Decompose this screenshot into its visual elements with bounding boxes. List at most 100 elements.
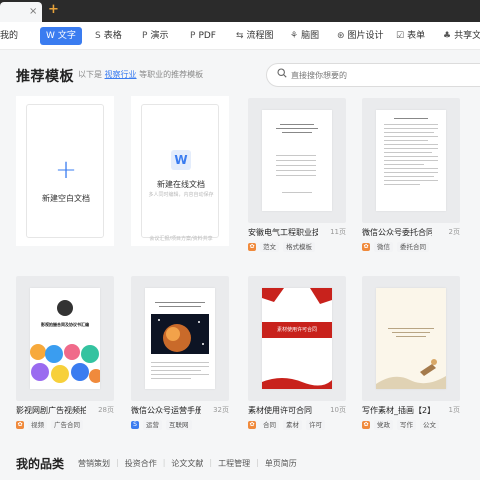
template-thumbnail	[248, 98, 346, 223]
blank-doc-label: 新建空白文档	[42, 194, 90, 203]
logo-badge	[57, 300, 73, 316]
template-tag[interactable]: 写作	[397, 420, 416, 430]
search-input[interactable]	[291, 68, 480, 83]
template-type-icon: S	[131, 421, 139, 429]
template-tag[interactable]: 格式模板	[283, 242, 315, 252]
tab-image-design-label: 图片设计	[347, 31, 384, 41]
template-page-count: 32页	[213, 406, 229, 414]
template-tags: ✿ 微信 委托合同	[362, 241, 429, 253]
category-divider: |	[162, 458, 166, 467]
template-card[interactable]: 微信公众号运营手册 32页 S 运营 互联网	[131, 276, 229, 441]
tab-spreadsheet[interactable]: S 表格	[95, 27, 122, 45]
template-tag[interactable]: 委托合同	[397, 242, 429, 252]
tab-image-design[interactable]: ⊛ 图片设计	[337, 27, 384, 45]
red-ribbon-decoration	[262, 288, 332, 304]
template-tag[interactable]: 素材	[283, 420, 302, 430]
template-title: 微信公众号委托合同	[362, 228, 432, 237]
tab-form[interactable]: ☑ 表单	[396, 27, 425, 45]
close-tab-icon[interactable]: ×	[29, 5, 37, 19]
colorful-circles-art	[30, 344, 100, 383]
category-link[interactable]: 论文文献	[171, 458, 203, 469]
category-divider: |	[256, 458, 259, 467]
template-tag[interactable]: 许可	[306, 420, 325, 430]
tab-spreadsheet-label: 表格	[103, 31, 122, 41]
template-title: 安徽电气工程职业技...	[248, 228, 318, 237]
app-toolbar: 我的 W 文字 S 表格 P 演示 P PDF ⇆ 流程图 ⚘ 脑图 ⊛ 图片设…	[0, 22, 480, 50]
tab-flowchart-label: 流程图	[246, 31, 274, 41]
template-title: 影视网剧广告视频拍...	[16, 406, 86, 415]
tab-mine[interactable]: 我的	[0, 27, 18, 45]
template-tag[interactable]: 互联网	[166, 420, 192, 430]
template-thumbnail: 影视拍摄合同及协议书汇编	[16, 276, 114, 401]
new-online-doc-card[interactable]: W 新建在线文档 多人同时编辑，内容自动保存 会议汇报/项目方案/资料共享	[131, 96, 229, 246]
industry-link[interactable]: 视察行业	[105, 70, 137, 79]
template-search[interactable]	[266, 63, 480, 87]
online-doc-footer: 会议汇报/项目方案/资料共享	[149, 236, 213, 242]
tab-form-label: 表单	[407, 31, 426, 41]
online-doc-label: 新建在线文档	[157, 180, 205, 189]
template-card[interactable]: 影视拍摄合同及协议书汇编 影视网剧广告视频拍... 28页 ✿ 视频 广告合同	[16, 276, 114, 441]
tab-writer-label: 文字	[57, 31, 76, 41]
template-page-count: 11页	[330, 228, 346, 236]
presentation-icon: P	[142, 31, 148, 41]
template-page-count: 1页	[448, 406, 460, 414]
hint-prefix: 以下是	[78, 70, 102, 79]
category-divider: |	[209, 458, 213, 467]
red-wave-decoration	[262, 378, 332, 389]
tab-mindmap[interactable]: ⚘ 脑图	[290, 27, 319, 45]
browser-tab[interactable]: ×	[0, 2, 42, 22]
template-title: 写作素材_插画【2】	[362, 406, 432, 415]
template-type-icon: ✿	[362, 243, 370, 251]
document-preview	[262, 110, 332, 211]
template-card[interactable]: 素材使用许可合同 素材使用许可合同 10页 ✿ 合同 素材 许可	[248, 276, 346, 441]
tab-pdf[interactable]: P PDF	[190, 27, 216, 45]
online-doc-frame: W 新建在线文档 多人同时编辑，内容自动保存 会议汇报/项目方案/资料共享	[141, 104, 219, 242]
page-title: 推荐模板	[16, 69, 74, 85]
template-tag[interactable]: 视频	[28, 420, 47, 430]
template-type-icon: ✿	[362, 421, 370, 429]
template-tags: ✿ 合同 素材 许可	[248, 419, 325, 431]
tab-shared-files-label: 共享文件	[454, 31, 480, 41]
ink-landscape-illustration	[376, 359, 446, 389]
template-tag[interactable]: 运营	[143, 420, 162, 430]
category-link[interactable]: 投资合作	[125, 458, 157, 469]
document-preview: 影视拍摄合同及协议书汇编	[30, 288, 100, 389]
template-tag[interactable]: 范文	[260, 242, 279, 252]
template-page-count: 2页	[448, 228, 460, 236]
template-tag[interactable]: 党政	[374, 420, 393, 430]
template-tag[interactable]: 广告合同	[51, 420, 83, 430]
template-thumbnail	[131, 276, 229, 401]
tab-flowchart[interactable]: ⇆ 流程图	[236, 27, 274, 45]
template-card[interactable]: 安徽电气工程职业技... 11页 ✿ 范文 格式模板	[248, 98, 346, 263]
document-preview: 素材使用许可合同	[262, 288, 332, 389]
template-tag[interactable]: 公文	[420, 420, 439, 430]
shared-files-icon: ♣	[443, 31, 452, 41]
template-title: 素材使用许可合同	[248, 406, 312, 415]
template-thumbnail: 素材使用许可合同	[248, 276, 346, 401]
template-type-icon: ✿	[16, 421, 24, 429]
tab-shared-files[interactable]: ♣ 共享文件	[443, 27, 480, 45]
template-tags: S 运营 互联网	[131, 419, 192, 431]
template-thumbnail	[362, 98, 460, 223]
template-page-count: 10页	[330, 406, 346, 414]
form-icon: ☑	[396, 31, 405, 41]
search-icon	[277, 68, 287, 81]
tab-writer[interactable]: W 文字	[40, 27, 82, 45]
category-link[interactable]: 营销策划	[78, 458, 110, 469]
template-card[interactable]: 写作素材_插画【2】 1页 ✿ 党政 写作 公文	[362, 276, 460, 441]
spreadsheet-icon: S	[95, 31, 101, 41]
tab-mine-label: 我的	[0, 31, 19, 41]
template-card[interactable]: 微信公众号委托合同 2页 ✿ 微信 委托合同	[362, 98, 460, 263]
title-bar: × +	[0, 0, 480, 22]
template-tag[interactable]: 微信	[374, 242, 393, 252]
tab-presentation[interactable]: P 演示	[142, 27, 168, 45]
document-preview	[376, 110, 446, 211]
template-tag[interactable]: 合同	[260, 420, 279, 430]
category-divider: |	[116, 458, 119, 467]
category-link[interactable]: 单页简历	[265, 458, 297, 469]
writer-icon: W	[46, 31, 55, 41]
tab-mindmap-label: 脑图	[301, 31, 320, 41]
new-tab-icon[interactable]: +	[48, 3, 59, 17]
new-blank-doc-card[interactable]: + 新建空白文档	[16, 96, 114, 246]
category-link[interactable]: 工程管理	[218, 458, 250, 469]
